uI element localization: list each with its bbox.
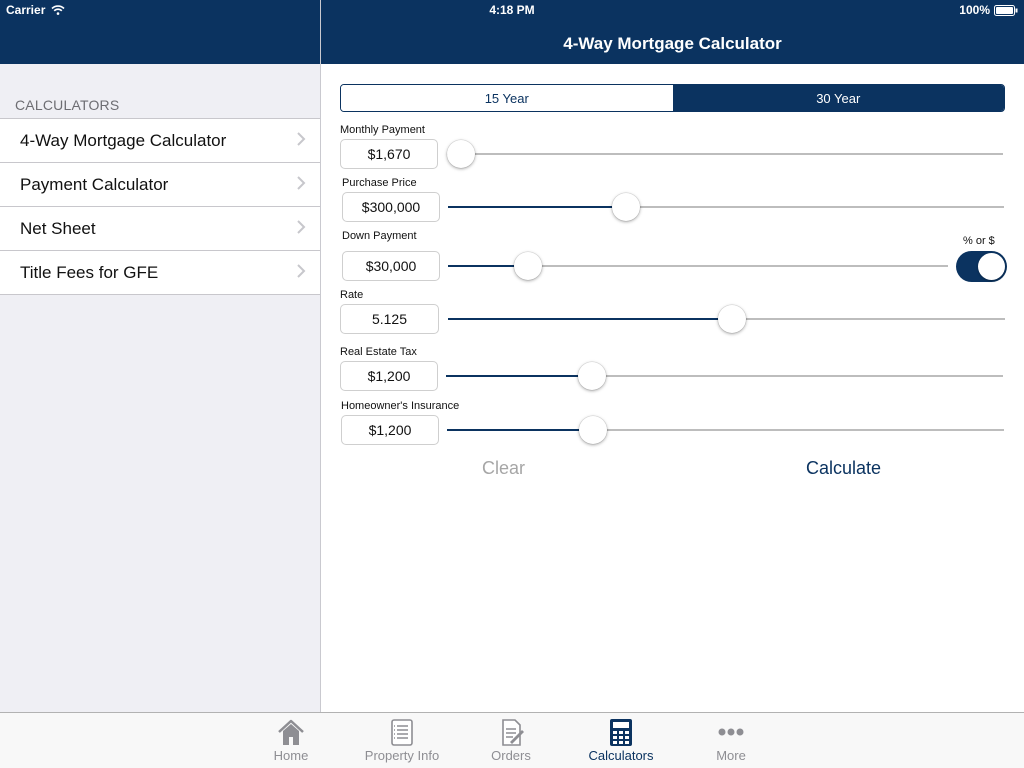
percent-or-dollar-label: % or $ — [963, 235, 995, 247]
rate-label: Rate — [340, 289, 364, 301]
home-icon — [278, 719, 304, 745]
battery-label: 100% — [959, 3, 990, 17]
monthly-payment-field[interactable]: $1,670 — [340, 139, 438, 169]
battery-icon — [994, 4, 1018, 16]
purchase-price-label: Purchase Price — [342, 177, 417, 189]
slider-thumb[interactable] — [578, 362, 607, 390]
sidebar-item-title-fees-gfe[interactable]: Title Fees for GFE — [0, 250, 320, 294]
toggle-knob — [978, 253, 1005, 280]
tab-more[interactable]: More — [676, 717, 786, 763]
chevron-right-icon — [297, 264, 306, 278]
clear-button[interactable]: Clear — [482, 458, 525, 479]
slider-thumb[interactable] — [447, 140, 475, 168]
homeowners-insurance-label: Homeowner's Insurance — [341, 400, 460, 412]
tab-calculators[interactable]: Calculators — [566, 717, 676, 763]
slider-thumb[interactable] — [579, 416, 608, 444]
sidebar-item-label: Net Sheet — [20, 218, 96, 238]
real-estate-tax-label: Real Estate Tax — [340, 346, 417, 358]
chevron-right-icon — [297, 132, 306, 146]
calculate-button[interactable]: Calculate — [806, 458, 881, 479]
tab-home[interactable]: Home — [236, 717, 346, 763]
calculator-icon — [610, 719, 632, 746]
clipboard-list-icon — [391, 719, 413, 746]
slider-fill — [448, 206, 626, 208]
sidebar-item-payment-calculator[interactable]: Payment Calculator — [0, 162, 320, 206]
tab-label: Calculators — [588, 748, 654, 763]
tab-orders[interactable]: Orders — [456, 717, 566, 763]
real-estate-tax-slider[interactable] — [446, 361, 1003, 391]
status-time: 4:18 PM — [489, 3, 535, 17]
sidebar-item-label: 4-Way Mortgage Calculator — [20, 130, 227, 150]
sidebar-divider — [320, 0, 321, 712]
sidebar-list: 4-Way Mortgage Calculator Payment Calcul… — [0, 118, 320, 295]
slider-thumb[interactable] — [611, 193, 640, 221]
page-title: 4-Way Mortgage Calculator — [563, 34, 782, 53]
monthly-payment-label: Monthly Payment — [340, 124, 425, 136]
monthly-payment-slider[interactable] — [447, 139, 1003, 169]
tab-label: More — [716, 748, 746, 763]
rate-field[interactable]: 5.125 — [340, 304, 439, 334]
rate-slider[interactable] — [448, 304, 1005, 334]
tab-label: Home — [273, 748, 309, 763]
tab-label: Orders — [491, 748, 531, 763]
chevron-right-icon — [297, 220, 306, 234]
tab-property-info[interactable]: Property Info — [347, 717, 457, 763]
more-dots-icon — [718, 728, 744, 736]
term-segmented-control: 15 Year 30 Year — [340, 84, 1005, 112]
down-payment-field[interactable]: $30,000 — [342, 251, 440, 281]
segment-15-year[interactable]: 15 Year — [341, 85, 673, 111]
down-payment-label: Down Payment — [342, 230, 417, 242]
tab-label: Property Info — [364, 748, 440, 763]
percent-or-dollar-toggle[interactable] — [956, 251, 1007, 282]
sidebar-item-4way-mortgage-calculator[interactable]: 4-Way Mortgage Calculator — [0, 119, 320, 162]
slider-track — [447, 153, 1003, 155]
down-payment-slider[interactable] — [448, 251, 948, 281]
document-pen-icon — [502, 719, 524, 746]
purchase-price-slider[interactable] — [448, 192, 1004, 222]
slider-fill — [446, 375, 593, 377]
slider-thumb[interactable] — [514, 252, 543, 280]
real-estate-tax-field[interactable]: $1,200 — [340, 361, 438, 391]
sidebar-item-label: Title Fees for GFE — [20, 262, 159, 282]
segment-30-year[interactable]: 30 Year — [672, 85, 1004, 111]
slider-fill — [448, 318, 732, 320]
slider-thumb[interactable] — [717, 305, 746, 333]
sidebar-item-label: Payment Calculator — [20, 174, 169, 194]
sidebar-section-header: CALCULATORS — [15, 97, 120, 113]
chevron-right-icon — [297, 176, 306, 190]
homeowners-insurance-field[interactable]: $1,200 — [341, 415, 439, 445]
status-battery: 100% — [959, 3, 1018, 17]
slider-fill — [447, 429, 594, 431]
purchase-price-field[interactable]: $300,000 — [342, 192, 440, 222]
sidebar-item-net-sheet[interactable]: Net Sheet — [0, 206, 320, 250]
homeowners-insurance-slider[interactable] — [447, 415, 1004, 445]
